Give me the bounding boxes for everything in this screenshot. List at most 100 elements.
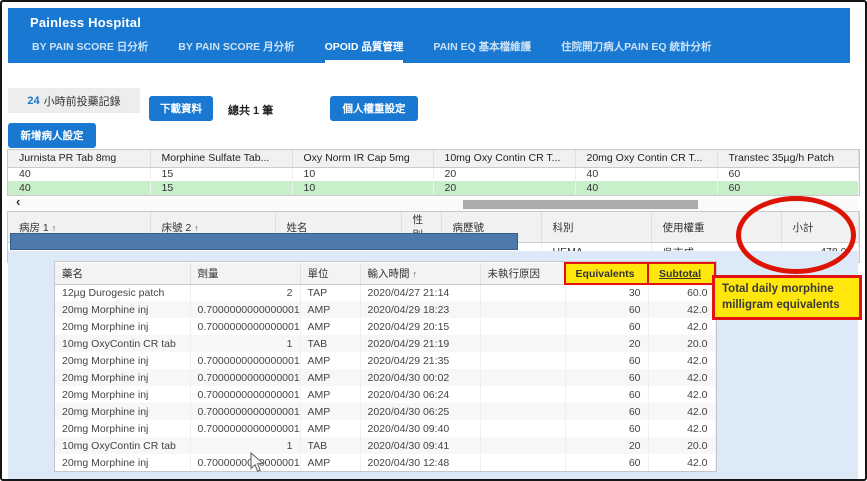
- records-24h-filter[interactable]: 24 小時前投藥記錄: [8, 88, 140, 113]
- app-window: Painless Hospital BY PAIN SCORE 日分析 BY P…: [0, 0, 867, 481]
- detail-cell-drug: 12µg Durogesic patch: [55, 284, 190, 301]
- detail-column-header[interactable]: 輸入時間↑: [360, 263, 480, 284]
- detail-cell-reason: [480, 335, 565, 352]
- detail-column-header[interactable]: 單位: [300, 263, 360, 284]
- weights-row[interactable]: 40 15 10 20 40 60: [8, 167, 858, 181]
- detail-column-header[interactable]: 劑量: [190, 263, 300, 284]
- column-label: Equivalents: [576, 268, 635, 280]
- detail-cell-unit: AMP: [300, 318, 360, 335]
- hours-label: 小時前投藥記錄: [44, 93, 121, 109]
- detail-row: 20mg Morphine inj 0.7000000000000001 AMP…: [55, 454, 715, 471]
- column-label: 病歷號: [453, 222, 485, 234]
- detail-cell-reason: [480, 284, 565, 301]
- medication-weights-table: Jurnista PR Tab 8mgMorphine Sulfate Tab.…: [8, 150, 859, 195]
- nav-tab[interactable]: PAIN EQ 基本檔維護: [433, 39, 531, 63]
- download-button[interactable]: 下載資料: [149, 96, 213, 121]
- detail-cell-reason: [480, 386, 565, 403]
- patient-column-header[interactable]: 科別: [541, 212, 651, 243]
- detail-cell-drug: 20mg Morphine inj: [55, 369, 190, 386]
- detail-cell-subtotal: 42.0: [648, 403, 715, 420]
- detail-row: 10mg OxyContin CR tab 1 TAB 2020/04/30 0…: [55, 437, 715, 454]
- detail-cell-unit: TAP: [300, 284, 360, 301]
- column-label: 未執行原因: [488, 268, 541, 280]
- weights-column-header[interactable]: Jurnista PR Tab 8mg: [8, 150, 150, 167]
- detail-cell-unit: AMP: [300, 301, 360, 318]
- tab-label: OPOID 品質管理: [325, 41, 404, 53]
- patient-column-header[interactable]: 使用權重: [651, 212, 781, 243]
- sort-asc-icon: ↑: [194, 223, 199, 233]
- detail-cell-subtotal: 20.0: [648, 335, 715, 352]
- scrollbar-thumb[interactable]: [463, 200, 698, 209]
- sort-asc-icon: ↑: [52, 223, 57, 233]
- detail-cell-equivalents: 30: [565, 284, 648, 301]
- detail-cell-drug: 20mg Morphine inj: [55, 403, 190, 420]
- detail-cell-dose: 1: [190, 335, 300, 352]
- detail-cell-time: 2020/04/29 18:23: [360, 301, 480, 318]
- detail-column-header[interactable]: Subtotal: [648, 263, 715, 284]
- detail-cell-subtotal: 42.0: [648, 318, 715, 335]
- detail-cell-equivalents: 60: [565, 420, 648, 437]
- detail-cell-unit: AMP: [300, 386, 360, 403]
- add-patient-button[interactable]: 新增病人設定: [8, 123, 96, 148]
- detail-cell-unit: AMP: [300, 403, 360, 420]
- nav-tab[interactable]: BY PAIN SCORE 月分析: [178, 39, 294, 63]
- scroll-left-icon[interactable]: ‹: [16, 195, 20, 209]
- detail-cell-drug: 20mg Morphine inj: [55, 352, 190, 369]
- weights-cell: 60: [717, 167, 858, 181]
- weights-cell: 40: [575, 181, 717, 195]
- detail-cell-subtotal: 42.0: [648, 301, 715, 318]
- column-label: 輸入時間: [368, 268, 410, 280]
- detail-cell-subtotal: 42.0: [648, 369, 715, 386]
- weights-row[interactable]: 40 15 10 20 40 60: [8, 181, 858, 195]
- weights-cell: 40: [8, 167, 150, 181]
- weights-cell: 10: [292, 181, 433, 195]
- weights-column-header[interactable]: Transtec 35µg/h Patch: [717, 150, 858, 167]
- detail-cell-reason: [480, 403, 565, 420]
- tab-label: PAIN EQ 基本檔維護: [433, 41, 531, 53]
- weights-cell: 20: [433, 167, 575, 181]
- weights-cell: 60: [717, 181, 858, 195]
- detail-row: 10mg OxyContin CR tab 1 TAB 2020/04/29 2…: [55, 335, 715, 352]
- detail-cell-drug: 10mg OxyContin CR tab: [55, 437, 190, 454]
- redacted-patient-info-bar: [10, 233, 518, 250]
- tab-bar: BY PAIN SCORE 日分析 BY PAIN SCORE 月分析 OPOI…: [32, 39, 836, 63]
- detail-cell-subtotal: 20.0: [648, 437, 715, 454]
- detail-cell-drug: 20mg Morphine inj: [55, 318, 190, 335]
- detail-cell-reason: [480, 301, 565, 318]
- personal-weight-button[interactable]: 個人權重設定: [330, 96, 418, 121]
- detail-column-header[interactable]: 藥名: [55, 263, 190, 284]
- weights-column-header[interactable]: 10mg Oxy Contin CR T...: [433, 150, 575, 167]
- detail-column-header[interactable]: 未執行原因: [480, 263, 565, 284]
- detail-column-header[interactable]: Equivalents: [565, 263, 648, 284]
- sort-asc-icon: ↑: [413, 269, 418, 279]
- detail-cell-time: 2020/04/30 00:02: [360, 369, 480, 386]
- detail-cell-equivalents: 60: [565, 386, 648, 403]
- app-header: Painless Hospital BY PAIN SCORE 日分析 BY P…: [8, 8, 850, 63]
- detail-cell-unit: TAB: [300, 437, 360, 454]
- nav-tab[interactable]: BY PAIN SCORE 日分析: [32, 39, 148, 63]
- detail-cell-unit: TAB: [300, 335, 360, 352]
- weights-cell: 40: [8, 181, 150, 195]
- detail-cell-dose: 0.7000000000000001: [190, 454, 300, 471]
- detail-cell-drug: 20mg Morphine inj: [55, 386, 190, 403]
- weights-cell: 15: [150, 167, 292, 181]
- weights-column-header[interactable]: Morphine Sulfate Tab...: [150, 150, 292, 167]
- detail-cell-time: 2020/04/29 21:35: [360, 352, 480, 369]
- medication-detail-table: 藥名 劑量 單位 輸入時間↑ 未執行原因 Equivalents Subtota…: [55, 262, 716, 471]
- app-title: Painless Hospital: [30, 15, 836, 30]
- detail-cell-unit: AMP: [300, 369, 360, 386]
- weights-column-header[interactable]: Oxy Norm IR Cap 5mg: [292, 150, 433, 167]
- detail-cell-dose: 0.7000000000000001: [190, 301, 300, 318]
- detail-cell-reason: [480, 352, 565, 369]
- detail-cell-time: 2020/04/30 09:41: [360, 437, 480, 454]
- patient-column-header[interactable]: 小計: [781, 212, 858, 243]
- horizontal-scrollbar[interactable]: ‹: [8, 198, 858, 211]
- weights-column-header[interactable]: 20mg Oxy Contin CR T...: [575, 150, 717, 167]
- nav-tab[interactable]: 住院開刀病人PAIN EQ 統計分析: [561, 39, 711, 63]
- column-label: 單位: [308, 268, 329, 280]
- weights-cell: 40: [575, 167, 717, 181]
- detail-cell-drug: 20mg Morphine inj: [55, 454, 190, 471]
- total-count: 總共 1 筆: [228, 102, 273, 118]
- tab-label: 住院開刀病人PAIN EQ 統計分析: [561, 41, 711, 53]
- nav-tab[interactable]: OPOID 品質管理: [325, 39, 404, 63]
